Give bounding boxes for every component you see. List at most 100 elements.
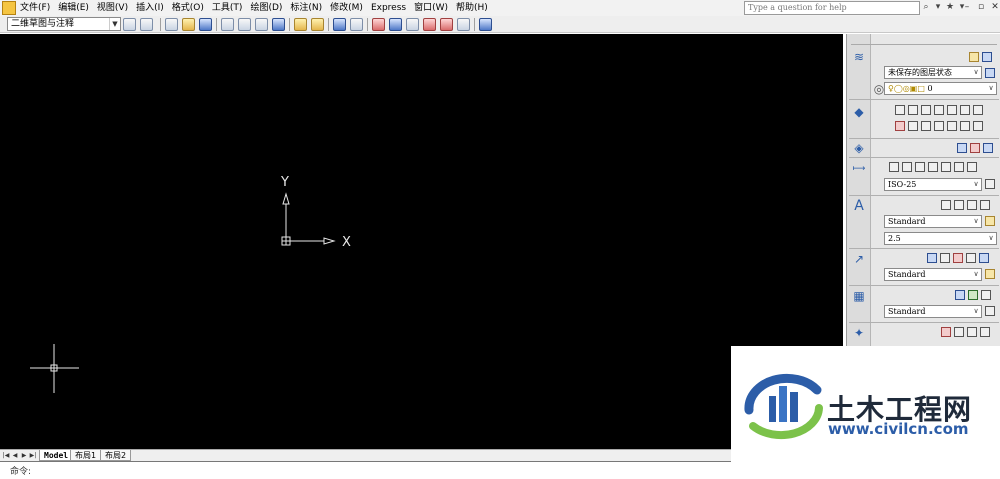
- multileader-icon[interactable]: [927, 253, 937, 263]
- restore-icon[interactable]: ▫: [976, 1, 986, 13]
- polyline-icon[interactable]: [921, 105, 931, 115]
- offset-icon[interactable]: [934, 121, 944, 131]
- arc-length-icon[interactable]: [928, 162, 938, 172]
- print-preview-icon[interactable]: [238, 18, 251, 31]
- spell-check-icon[interactable]: [980, 200, 990, 210]
- modify-tool-icon[interactable]: [957, 143, 967, 153]
- linear-dim-icon[interactable]: [889, 162, 899, 172]
- star-icon[interactable]: ★: [945, 1, 955, 13]
- menu-tools[interactable]: 工具(T): [210, 2, 249, 14]
- arc-icon[interactable]: [960, 105, 970, 115]
- table-link-icon[interactable]: [981, 290, 991, 300]
- table-style-select[interactable]: Standard ∨: [884, 305, 982, 318]
- mleader-style-icon[interactable]: [985, 269, 995, 279]
- new-file-icon[interactable]: [165, 18, 178, 31]
- tab-layout2[interactable]: 布局2: [100, 450, 132, 461]
- menu-modify[interactable]: 修改(M): [328, 2, 369, 14]
- pan-icon[interactable]: [941, 327, 951, 337]
- radius-dim-icon[interactable]: [954, 162, 964, 172]
- align-leaders-icon[interactable]: [966, 253, 976, 263]
- zoom-window-icon[interactable]: [954, 327, 964, 337]
- match-properties-icon[interactable]: [294, 18, 307, 31]
- publish-icon[interactable]: [255, 18, 268, 31]
- properties-icon[interactable]: [372, 18, 385, 31]
- zoom-realtime-icon[interactable]: [967, 327, 977, 337]
- workspace-gear-icon[interactable]: [140, 18, 153, 31]
- search-icon[interactable]: ⌕: [921, 1, 931, 13]
- next-tab-icon[interactable]: ▶: [20, 451, 28, 460]
- modify-tool-icon[interactable]: [983, 143, 993, 153]
- help-search-input[interactable]: Type a question for help: [744, 1, 920, 15]
- layer-current-select[interactable]: ♀◯◎▣□ 0 ∨: [884, 82, 997, 95]
- ordinate-dim-icon[interactable]: [941, 162, 951, 172]
- array-icon[interactable]: [947, 121, 957, 131]
- text-style-icon[interactable]: [985, 216, 995, 226]
- collect-leaders-icon[interactable]: [979, 253, 989, 263]
- calculator-icon[interactable]: [457, 18, 470, 31]
- save-icon[interactable]: [199, 18, 212, 31]
- aligned-dim-icon[interactable]: [902, 162, 912, 172]
- menu-express[interactable]: Express: [369, 2, 412, 14]
- 3d-dwf-icon[interactable]: [272, 18, 285, 31]
- menu-window[interactable]: 窗口(W): [412, 2, 454, 14]
- tab-model[interactable]: Model: [39, 450, 74, 461]
- table-style-icon[interactable]: [985, 306, 995, 316]
- open-folder-icon[interactable]: [182, 18, 195, 31]
- modify-panel-icon[interactable]: ◈: [852, 141, 866, 155]
- dim-style-icon[interactable]: [985, 179, 995, 189]
- text-style-select[interactable]: Standard ∨: [884, 215, 982, 228]
- angular-dim-icon[interactable]: [915, 162, 925, 172]
- layer-tool-icon[interactable]: [969, 52, 979, 62]
- layer-state-icon[interactable]: [985, 68, 995, 78]
- drawing-canvas[interactable]: Y X: [0, 34, 843, 449]
- rotate-icon[interactable]: [973, 121, 983, 131]
- multileader-panel-icon[interactable]: ↗: [852, 252, 866, 266]
- draw-panel-icon[interactable]: ◆: [852, 105, 866, 119]
- menu-dimension[interactable]: 标注(N): [288, 2, 328, 14]
- polygon-icon[interactable]: [934, 105, 944, 115]
- minimize-icon[interactable]: –: [962, 1, 972, 13]
- move-icon[interactable]: [960, 121, 970, 131]
- mleader-style-select[interactable]: Standard ∨: [884, 268, 982, 281]
- close-icon[interactable]: ✕: [990, 1, 1000, 13]
- text-panel-icon[interactable]: A: [852, 199, 866, 213]
- copy-icon[interactable]: [908, 121, 918, 131]
- layer-tool-icon[interactable]: [982, 52, 992, 62]
- redo-icon[interactable]: [350, 18, 363, 31]
- navigate-panel-icon[interactable]: ✦: [852, 326, 866, 340]
- last-tab-icon[interactable]: ▶|: [29, 451, 37, 460]
- table-data-icon[interactable]: [968, 290, 978, 300]
- workspace-select[interactable]: 二维草图与注释 ▼: [7, 17, 121, 31]
- sheet-set-icon[interactable]: [423, 18, 436, 31]
- menu-view[interactable]: 视图(V): [95, 2, 134, 14]
- undo-icon[interactable]: [333, 18, 346, 31]
- palette-title-bar[interactable]: [851, 37, 997, 45]
- tool-palettes-icon[interactable]: [406, 18, 419, 31]
- modify-tool-icon[interactable]: [970, 143, 980, 153]
- rectangle-icon[interactable]: [947, 105, 957, 115]
- workspace-settings-icon[interactable]: [123, 18, 136, 31]
- menu-help[interactable]: 帮助(H): [454, 2, 494, 14]
- erase-icon[interactable]: [895, 121, 905, 131]
- help-icon[interactable]: [479, 18, 492, 31]
- chevron-down-icon[interactable]: ▾: [933, 1, 943, 13]
- multiline-text-icon[interactable]: [941, 200, 951, 210]
- line-icon[interactable]: [895, 105, 905, 115]
- remove-leader-icon[interactable]: [953, 253, 963, 263]
- dimension-panel-icon[interactable]: ⟼: [852, 162, 866, 176]
- diameter-dim-icon[interactable]: [967, 162, 977, 172]
- single-line-text-icon[interactable]: [954, 200, 964, 210]
- add-leader-icon[interactable]: [940, 253, 950, 263]
- layer-state-select[interactable]: 未保存的图层状态 ∨: [884, 66, 982, 79]
- table-icon[interactable]: [955, 290, 965, 300]
- table-panel-icon[interactable]: ▦: [852, 289, 866, 303]
- tab-layout1[interactable]: 布局1: [70, 450, 102, 461]
- first-tab-icon[interactable]: |◀: [2, 451, 10, 460]
- text-height-select[interactable]: 2.5 ∨: [884, 232, 997, 245]
- dim-style-select[interactable]: ISO-25 ∨: [884, 178, 982, 191]
- menu-format[interactable]: 格式(O): [170, 2, 210, 14]
- design-center-icon[interactable]: [389, 18, 402, 31]
- block-editor-icon[interactable]: [311, 18, 324, 31]
- find-text-icon[interactable]: [967, 200, 977, 210]
- construction-line-icon[interactable]: [908, 105, 918, 115]
